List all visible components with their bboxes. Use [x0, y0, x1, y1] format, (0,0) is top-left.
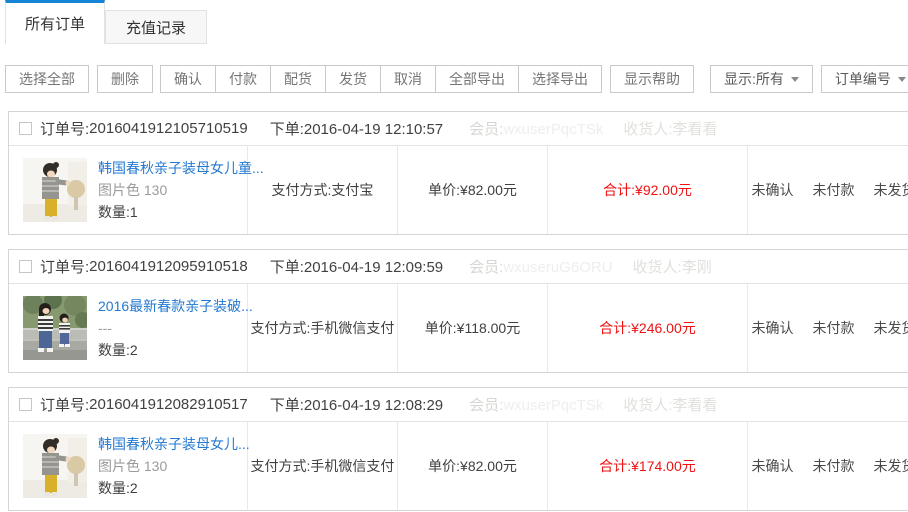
- order-header: 订单号:2016041912105710519 下单:2016-04-19 12…: [9, 112, 908, 146]
- confirm-button[interactable]: 确认: [160, 65, 216, 93]
- payment-method: 支付方式:支付宝: [248, 146, 398, 234]
- status-unconfirmed: 未确认: [752, 456, 794, 476]
- ship-button[interactable]: 发货: [325, 65, 381, 93]
- product-variant: 图片色 130: [98, 456, 250, 476]
- product-info: 韩国春秋亲子装母女儿... 图片色 130 数量:2: [98, 433, 250, 499]
- tab-all-orders[interactable]: 所有订单: [5, 0, 105, 44]
- status-cell: 未确认 未付款 未发货: [748, 146, 908, 234]
- tab-recharge-records[interactable]: 充值记录: [105, 10, 207, 44]
- order-header: 订单号:2016041912095910518 下单:2016-04-19 12…: [9, 250, 908, 284]
- product-link[interactable]: 2016最新春款亲子装破...: [98, 296, 253, 316]
- order-action-group: 确认 付款 配货 发货 取消 全部导出 选择导出: [161, 65, 602, 93]
- order-placed: 下单:2016-04-19 12:10:57: [270, 118, 443, 139]
- delete-button[interactable]: 删除: [97, 65, 153, 93]
- status-unconfirmed: 未确认: [752, 180, 794, 200]
- product-variant: 图片色 130: [98, 180, 264, 200]
- order-no-filter-label: 订单编号: [835, 69, 891, 89]
- status-unpaid: 未付款: [813, 456, 855, 476]
- status-cell: 未确认 未付款 未发货: [748, 284, 908, 372]
- status-unshipped: 未发货: [874, 180, 908, 200]
- order-no: 2016041912105710519: [89, 120, 248, 137]
- cancel-button[interactable]: 取消: [380, 65, 436, 93]
- product-quantity: 数量:2: [98, 340, 253, 360]
- product-link[interactable]: 韩国春秋亲子装母女儿童...: [98, 158, 264, 178]
- product-quantity: 数量:2: [98, 478, 250, 498]
- chevron-down-icon: [791, 77, 799, 86]
- order-member: 会员:wxuserPqcTSk: [469, 118, 603, 139]
- order-no-label: 订单号:: [40, 256, 89, 277]
- status-unshipped: 未发货: [874, 318, 908, 338]
- payment-method: 支付方式:手机微信支付: [248, 284, 398, 372]
- pay-button[interactable]: 付款: [215, 65, 271, 93]
- allocate-button[interactable]: 配货: [270, 65, 326, 93]
- order-receiver: 收货人:李看看: [623, 118, 717, 139]
- show-help-button[interactable]: 显示帮助: [610, 65, 694, 93]
- order-total: 合计:¥92.00元: [548, 146, 748, 234]
- order-placed: 下单:2016-04-19 12:08:29: [270, 394, 443, 415]
- order-no: 2016041912095910518: [89, 258, 248, 275]
- product-cell: 韩国春秋亲子装母女儿童... 图片色 130 数量:1: [9, 146, 248, 234]
- product-cell: 韩国春秋亲子装母女儿... 图片色 130 数量:2: [9, 422, 248, 510]
- order-placed: 下单:2016-04-19 12:09:59: [270, 256, 443, 277]
- order-checkbox[interactable]: [19, 260, 32, 273]
- order-total: 合计:¥174.00元: [548, 422, 748, 510]
- order-checkbox[interactable]: [19, 398, 32, 411]
- order-card: 订单号:2016041912082910517 下单:2016-04-19 12…: [8, 387, 908, 511]
- product-link[interactable]: 韩国春秋亲子装母女儿...: [98, 434, 250, 454]
- order-receiver: 收货人:李刚: [633, 256, 712, 277]
- order-card: 订单号:2016041912105710519 下单:2016-04-19 12…: [8, 111, 908, 235]
- payment-method: 支付方式:手机微信支付: [248, 422, 398, 510]
- select-all-button[interactable]: 选择全部: [5, 65, 89, 93]
- unit-price: 单价:¥118.00元: [398, 284, 548, 372]
- order-member: 会员:wxuserPqcTSk: [469, 394, 603, 415]
- order-no: 2016041912082910517: [89, 396, 248, 413]
- order-toolbar: 选择全部 删除 确认 付款 配货 发货 取消 全部导出 选择导出 显示帮助 显示…: [5, 65, 908, 93]
- order-total: 合计:¥246.00元: [548, 284, 748, 372]
- status-unconfirmed: 未确认: [752, 318, 794, 338]
- order-checkbox[interactable]: [19, 122, 32, 135]
- export-all-button[interactable]: 全部导出: [435, 65, 519, 93]
- product-image: [23, 434, 87, 498]
- order-no-label: 订单号:: [40, 118, 89, 139]
- export-selected-button[interactable]: 选择导出: [518, 65, 602, 93]
- unit-price: 单价:¥82.00元: [398, 146, 548, 234]
- tab-bar: 所有订单 充值记录: [0, 0, 908, 44]
- order-receiver: 收货人:李看看: [623, 394, 717, 415]
- order-member: 会员:wxuseruG6ORU: [469, 256, 612, 277]
- show-filter-dropdown[interactable]: 显示:所有: [710, 65, 813, 93]
- chevron-down-icon: [898, 77, 906, 86]
- show-filter-label: 显示:所有: [724, 69, 784, 89]
- unit-price: 单价:¥82.00元: [398, 422, 548, 510]
- status-unpaid: 未付款: [813, 180, 855, 200]
- order-body: 2016最新春款亲子装破... --- 数量:2 支付方式:手机微信支付 单价:…: [9, 284, 908, 372]
- status-unshipped: 未发货: [874, 456, 908, 476]
- order-card: 订单号:2016041912095910518 下单:2016-04-19 12…: [8, 249, 908, 373]
- order-no-filter-dropdown[interactable]: 订单编号: [821, 65, 908, 93]
- status-cell: 未确认 未付款 未发货: [748, 422, 908, 510]
- toolbar-filters: 显示:所有 订单编号: [702, 65, 908, 93]
- order-header: 订单号:2016041912082910517 下单:2016-04-19 12…: [9, 388, 908, 422]
- product-image: [23, 296, 87, 360]
- product-info: 韩国春秋亲子装母女儿童... 图片色 130 数量:1: [98, 157, 264, 223]
- product-cell: 2016最新春款亲子装破... --- 数量:2: [9, 284, 248, 372]
- product-info: 2016最新春款亲子装破... --- 数量:2: [98, 295, 253, 361]
- product-variant: ---: [98, 320, 253, 336]
- order-body: 韩国春秋亲子装母女儿童... 图片色 130 数量:1 支付方式:支付宝 单价:…: [9, 146, 908, 234]
- status-unpaid: 未付款: [813, 318, 855, 338]
- product-quantity: 数量:1: [98, 202, 264, 222]
- order-no-label: 订单号:: [40, 394, 89, 415]
- order-body: 韩国春秋亲子装母女儿... 图片色 130 数量:2 支付方式:手机微信支付 单…: [9, 422, 908, 510]
- product-image: [23, 158, 87, 222]
